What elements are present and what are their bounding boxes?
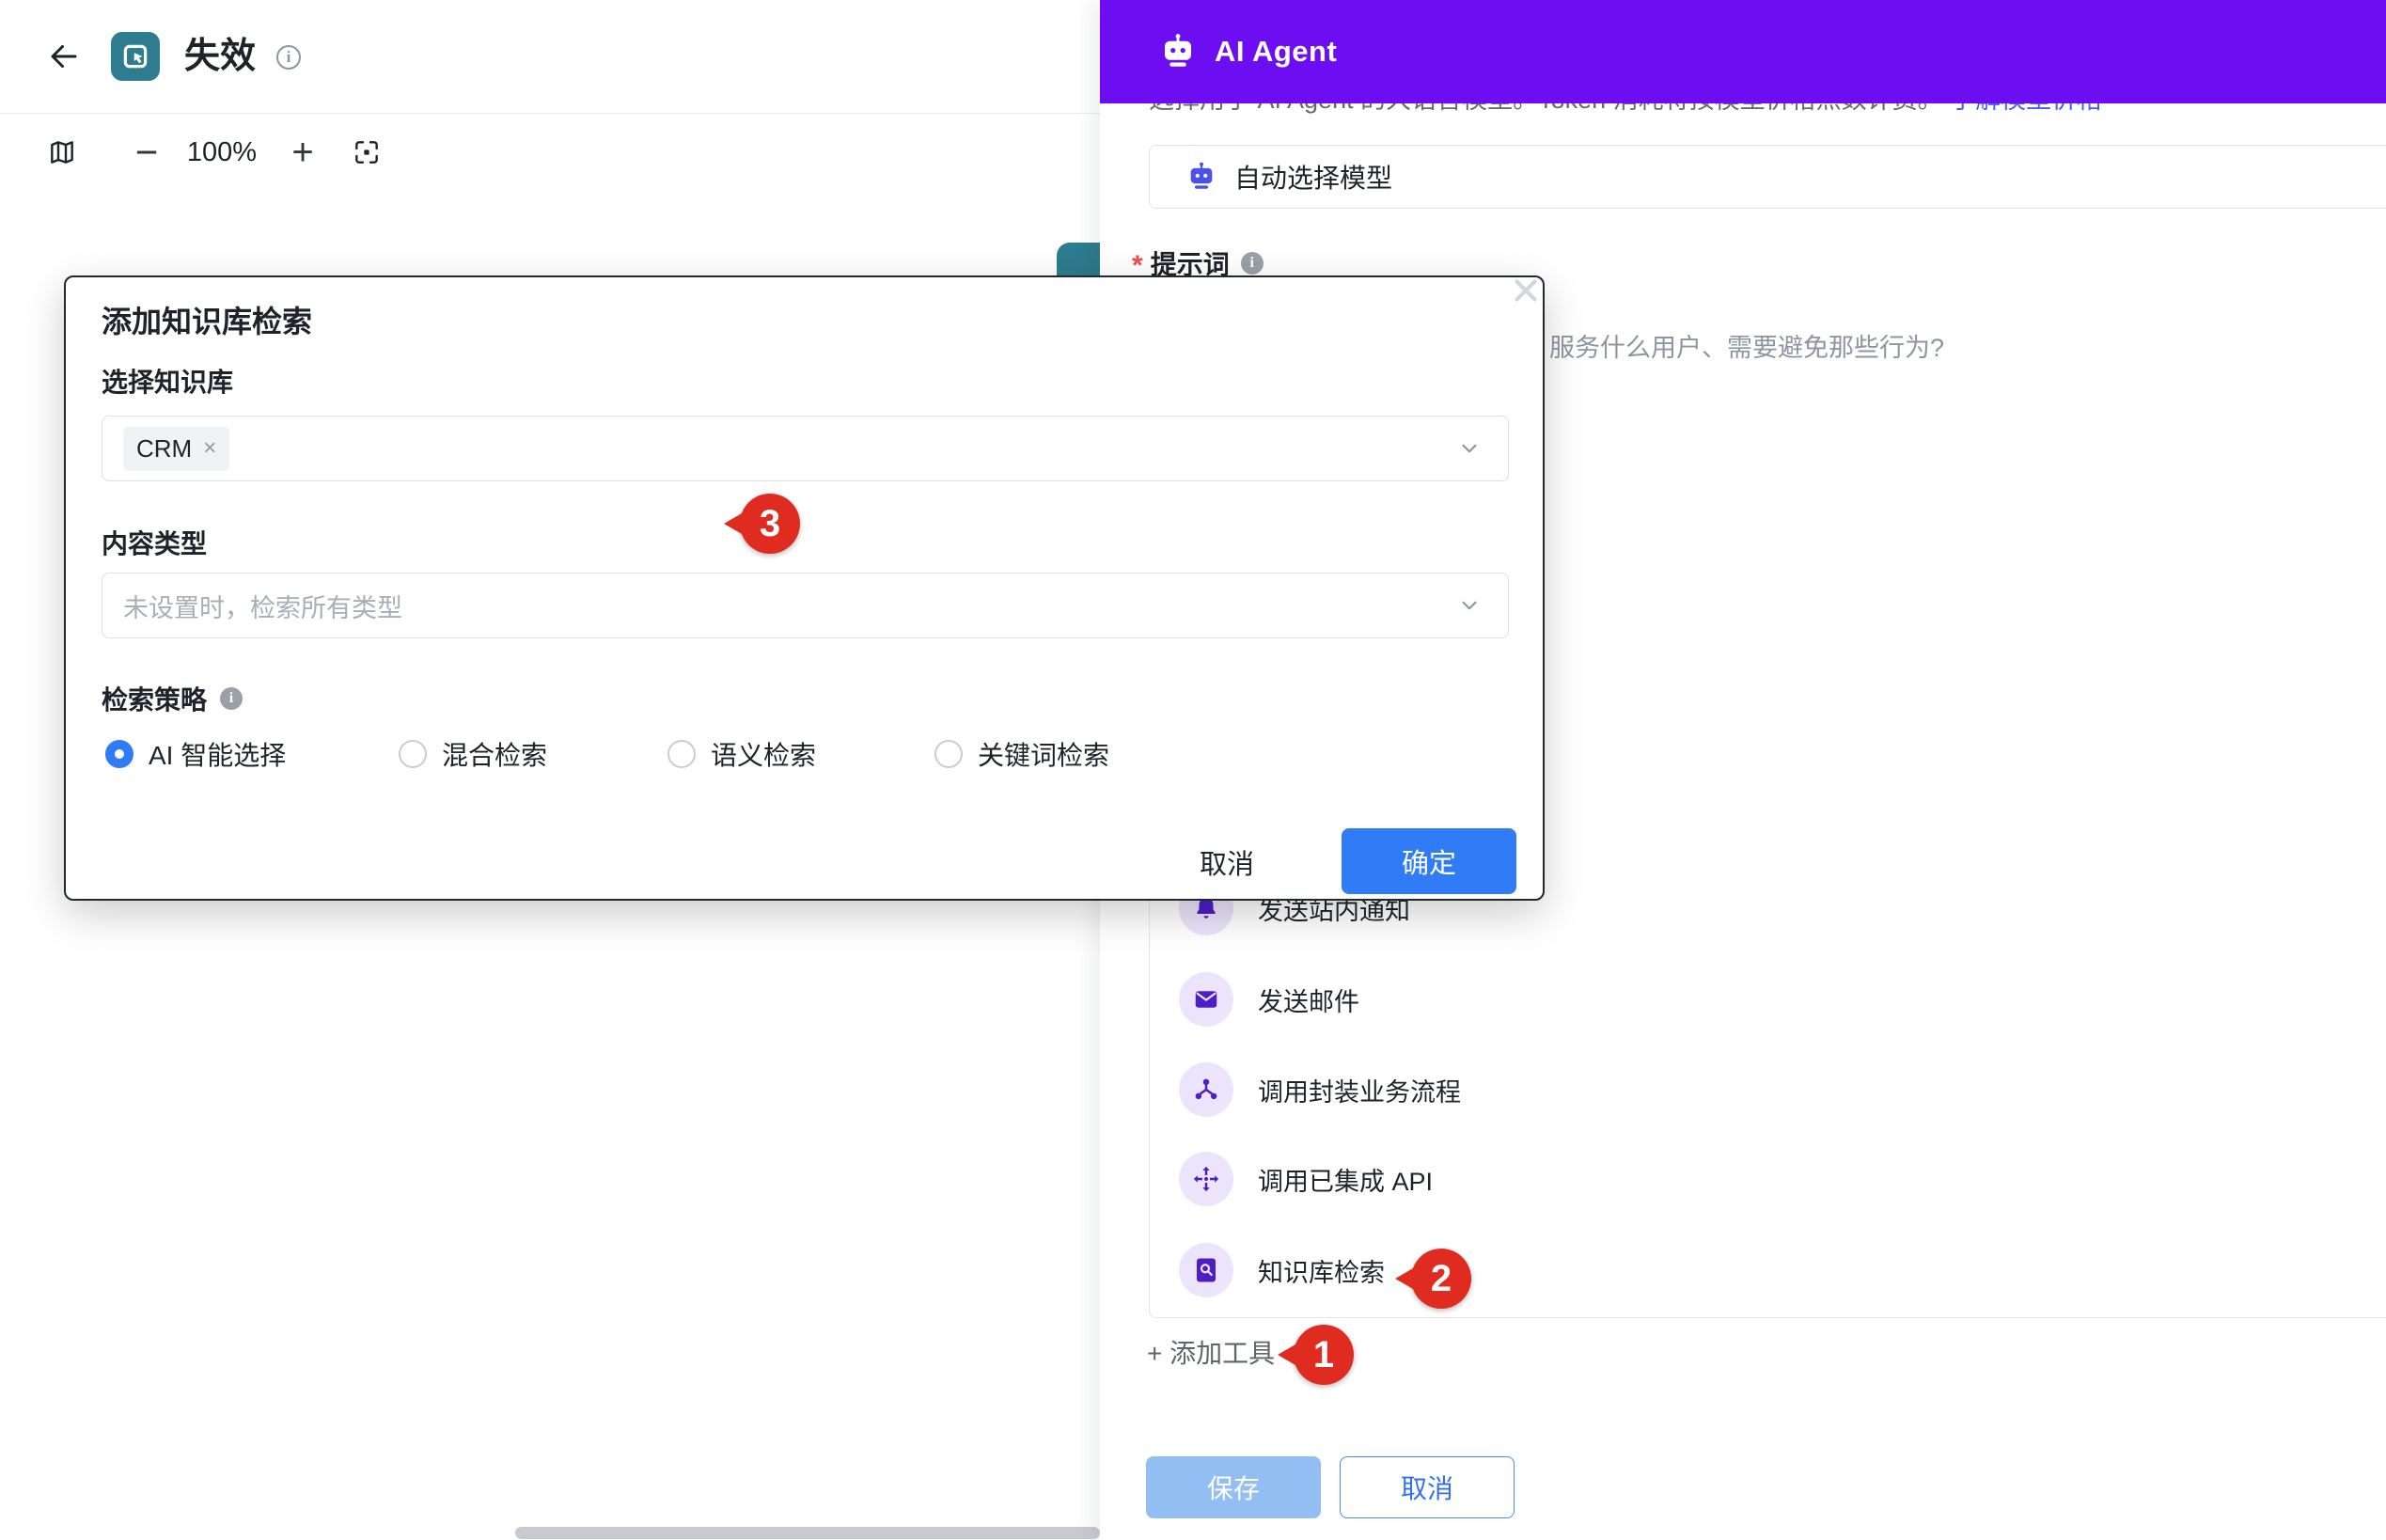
radio-hybrid-search[interactable]: 混合检索 [399, 735, 547, 773]
tool-label: 发送邮件 [1258, 982, 1359, 1018]
close-icon[interactable] [1503, 268, 1548, 313]
minimap-icon[interactable] [47, 137, 77, 167]
radio-label: 语义检索 [711, 735, 816, 773]
kb-tag: CRM × [123, 427, 229, 471]
fit-to-screen-icon[interactable] [352, 137, 382, 167]
model-select[interactable]: 自动选择模型 [1149, 145, 2386, 209]
mail-icon [1179, 972, 1233, 1027]
save-button[interactable]: 保存 [1146, 1456, 1321, 1518]
dialog-cancel-button[interactable]: 取消 [1161, 834, 1293, 890]
model-robot-icon [1185, 161, 1217, 193]
zoom-in-button[interactable]: + [282, 132, 323, 173]
strategy-label-row: 检索策略 i [102, 680, 243, 717]
panel-cancel-button[interactable]: 取消 [1340, 1456, 1515, 1518]
screen: 失效 i − 100% + 选择用于 AI Agent 的大语言模型。Token… [0, 0, 2386, 1540]
tool-item-email[interactable]: 发送邮件 [1149, 954, 2386, 1045]
annotation-step-3: 3 [740, 494, 800, 554]
radio-label: AI 智能选择 [149, 735, 286, 773]
robot-icon [1158, 32, 1198, 71]
kb-select-label: 选择知识库 [102, 362, 233, 400]
radio-semantic-search[interactable]: 语义检索 [667, 735, 816, 773]
prompt-info-icon[interactable]: i [1241, 252, 1264, 275]
add-tool-button[interactable]: + 添加工具 [1147, 1333, 1275, 1371]
knowledge-search-icon [1179, 1243, 1233, 1297]
page-title: 失效 [184, 32, 256, 81]
annotation-step-1: 1 [1294, 1325, 1354, 1385]
content-type-select[interactable]: 未设置时，检索所有类型 [102, 573, 1509, 638]
panel-header: AI Agent [1100, 0, 2386, 103]
back-arrow-icon [47, 39, 81, 73]
panel-title: AI Agent [1215, 35, 1337, 69]
tool-label: 调用封装业务流程 [1258, 1072, 1461, 1108]
chevron-down-icon [1457, 593, 1482, 618]
kb-tag-label: CRM [136, 434, 192, 464]
radio-label: 混合检索 [442, 735, 547, 773]
model-select-value: 自动选择模型 [1234, 158, 1392, 196]
api-icon [1179, 1152, 1233, 1206]
zoom-level: 100% [177, 137, 267, 168]
strategy-label: 检索策略 [102, 680, 207, 717]
strategy-info-icon[interactable]: i [220, 687, 243, 710]
tool-item-knowledge-search[interactable]: 知识库检索 [1149, 1225, 2386, 1315]
radio-keyword-search[interactable]: 关键词检索 [934, 735, 1109, 773]
kb-tag-remove-icon[interactable]: × [203, 437, 216, 460]
content-type-placeholder: 未设置时，检索所有类型 [123, 588, 402, 624]
tool-item-workflow[interactable]: 调用封装业务流程 [1149, 1045, 2386, 1135]
radio-unselected-icon [667, 740, 696, 768]
radio-unselected-icon [934, 740, 963, 768]
kb-select[interactable]: CRM × [102, 416, 1509, 481]
zoom-out-button[interactable]: − [126, 132, 167, 173]
radio-unselected-icon [399, 740, 427, 768]
tool-label: 调用已集成 API [1258, 1161, 1433, 1198]
chevron-down-icon [1457, 436, 1482, 461]
app-logo-icon [111, 32, 160, 81]
back-button[interactable] [41, 34, 86, 79]
radio-label: 关键词检索 [978, 735, 1109, 773]
dialog-ok-button[interactable]: 确定 [1342, 828, 1516, 894]
page-title-info-icon[interactable]: i [276, 45, 301, 70]
dialog-title: 添加知识库检索 [102, 298, 312, 341]
annotation-step-2: 2 [1411, 1249, 1471, 1309]
workflow-icon [1179, 1062, 1233, 1117]
tool-label: 知识库检索 [1258, 1252, 1385, 1289]
radio-selected-icon [105, 740, 133, 768]
tool-item-api[interactable]: 调用已集成 API [1149, 1134, 2386, 1224]
content-type-label: 内容类型 [102, 524, 207, 561]
add-knowledge-search-dialog: 添加知识库检索 选择知识库 CRM × 内容类型 未设置时，检索所有类型 检索策… [64, 275, 1545, 901]
radio-ai-smart-select[interactable]: AI 智能选择 [105, 735, 286, 773]
horizontal-scrollbar[interactable] [515, 1527, 1100, 1539]
prompt-placeholder-text: 服务什么用户、需要避免那些行为? [1549, 327, 1944, 364]
